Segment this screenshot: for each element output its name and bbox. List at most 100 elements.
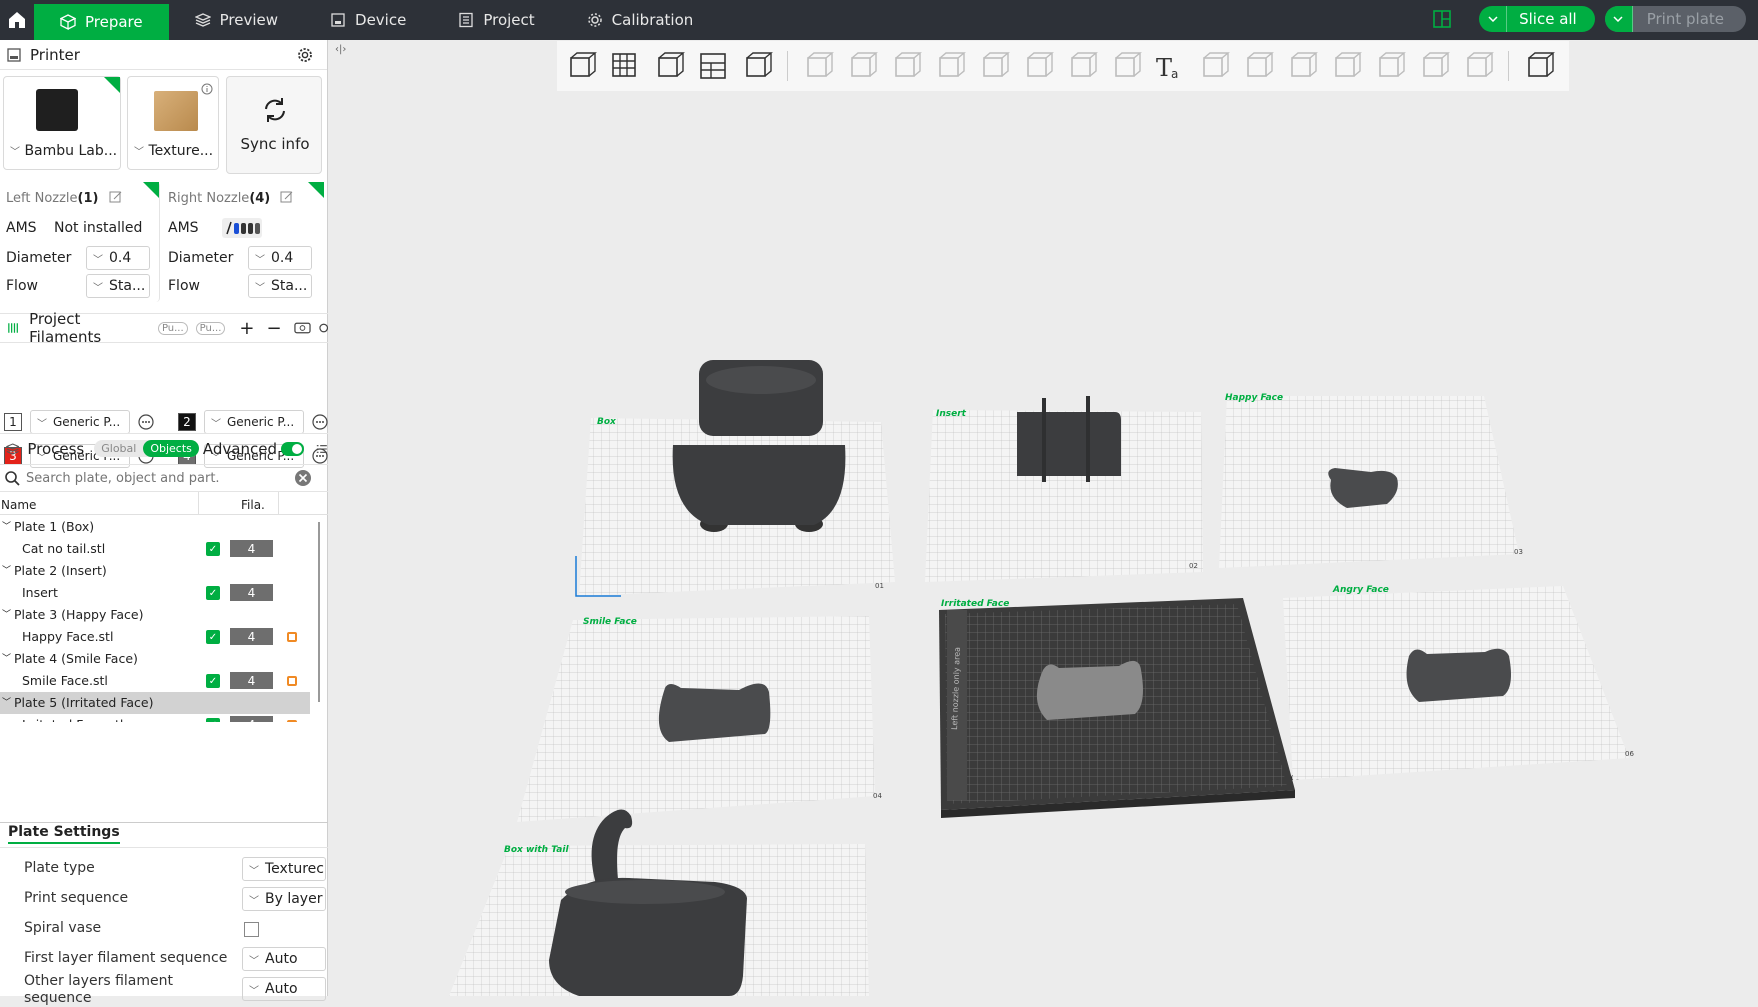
filament-index[interactable]: 4 <box>230 672 273 689</box>
lock-icon[interactable] <box>287 676 297 686</box>
expand-chevron-icon[interactable]: ﹀ <box>2 563 11 576</box>
plate-row[interactable]: ﹀ Plate 3 (Happy Face) <box>0 604 310 626</box>
setting-select[interactable]: ﹀ Auto <box>242 977 326 1001</box>
tab-project[interactable]: Project <box>432 2 560 38</box>
advanced-toggle[interactable] <box>281 441 305 456</box>
setting-select[interactable]: ﹀ By layer <box>242 887 326 911</box>
filament-item-1[interactable]: 1 ﹀ Generic P... <box>4 410 154 434</box>
left-flow-select[interactable]: ﹀ Sta... <box>86 274 150 298</box>
filament-number-badge[interactable]: 2 <box>178 413 196 431</box>
right-nozzle-card: Right Nozzle(4) AMS Diameter ﹀ 0.4 Flow ﹀… <box>162 182 324 302</box>
setting-select[interactable]: ﹀ Texturec <box>242 857 326 881</box>
process-scope-toggle[interactable]: Global Objects <box>94 440 199 457</box>
plate-1[interactable]: Box 01 <box>575 360 895 597</box>
print-plate-button[interactable]: Print plate <box>1604 6 1746 32</box>
expand-chevron-icon[interactable]: ﹀ <box>2 651 11 664</box>
lock-icon[interactable] <box>287 720 297 722</box>
printer-section-header: Printer <box>0 40 327 70</box>
left-ams-label: AMS <box>6 220 37 236</box>
plate-6[interactable]: Angry Face 06 <box>1283 585 1634 780</box>
info-icon[interactable] <box>201 83 213 95</box>
filament-chip-1[interactable]: Pu... <box>157 321 188 335</box>
right-diameter-select[interactable]: ﹀ 0.4 <box>248 246 312 270</box>
search-input[interactable] <box>26 470 294 486</box>
plates-scene[interactable]: Box 01 Insert 02 Happy Face 03 Smile Fac… <box>329 40 1758 996</box>
edit-icon[interactable] <box>280 190 294 204</box>
plate-settings-title[interactable]: Plate Settings <box>8 824 120 844</box>
plate-setting-row: First layer filament sequence ﹀ Auto <box>0 945 328 973</box>
visible-checkbox[interactable]: ✓ <box>206 674 220 688</box>
remove-filament-icon[interactable]: − <box>267 318 282 339</box>
objects-option[interactable]: Objects <box>143 440 199 457</box>
filament-settings-icon[interactable] <box>293 320 311 336</box>
filament-index[interactable]: 4 <box>230 716 273 722</box>
global-option[interactable]: Global <box>94 440 143 457</box>
plate-row[interactable]: ﹀ Plate 5 (Irritated Face) <box>0 692 310 714</box>
plate-4[interactable]: Smile Face 04 <box>517 616 882 822</box>
filament-index[interactable]: 4 <box>230 628 273 645</box>
more-options-icon[interactable] <box>138 414 154 430</box>
expand-chevron-icon[interactable]: ﹀ <box>2 695 11 708</box>
col-name-header[interactable]: Name <box>1 498 36 512</box>
filament-select[interactable]: ﹀ Generic P... <box>30 410 130 434</box>
edit-icon[interactable] <box>109 190 123 204</box>
more-options-icon[interactable] <box>312 414 328 430</box>
filament-chip-2[interactable]: Pu... <box>195 321 226 335</box>
tab-preview[interactable]: Preview <box>169 2 304 38</box>
plate-row[interactable]: ﹀ Plate 2 (Insert) <box>0 560 310 582</box>
settings-icon[interactable] <box>297 47 313 63</box>
process-section-header: Process Global Objects Advanced <box>0 433 328 463</box>
plate-row[interactable]: ﹀ Plate 1 (Box) <box>0 516 310 538</box>
slice-all-button[interactable]: Slice all <box>1479 6 1595 32</box>
setting-select[interactable]: ﹀ Auto <box>242 947 326 971</box>
chevron-down-icon[interactable] <box>1479 6 1508 32</box>
visible-checkbox[interactable]: ✓ <box>206 542 220 556</box>
ams-slots-icon[interactable] <box>222 218 262 238</box>
layout-icon[interactable] <box>1433 10 1451 28</box>
col-fila-header[interactable]: Fila. <box>241 498 265 512</box>
printer-card[interactable]: ﹀ Bambu Lab... <box>3 76 121 170</box>
setting-label: Spiral vase <box>24 920 102 936</box>
plate-7[interactable]: Box with Tail <box>449 809 869 996</box>
object-row[interactable]: Smile Face.stl ✓ 4 <box>0 670 310 692</box>
filament-select[interactable]: ﹀ Generic P... <box>204 410 304 434</box>
3d-viewport[interactable]: ‹|› Ta Box 01 Insert 02 Happy Face 03 Sm… <box>329 40 1758 996</box>
visible-checkbox[interactable]: ✓ <box>206 586 220 600</box>
plate-2[interactable]: Insert 02 <box>925 396 1203 582</box>
spiral-vase-checkbox[interactable] <box>244 922 259 937</box>
plate-number-02: 02 <box>1189 562 1198 570</box>
visible-checkbox[interactable]: ✓ <box>206 630 220 644</box>
left-diameter-select[interactable]: ﹀ 0.4 <box>86 246 150 270</box>
expand-chevron-icon[interactable]: ﹀ <box>2 519 11 532</box>
object-row[interactable]: Irritated Face.stl ✓ 4 <box>0 714 310 722</box>
tab-device[interactable]: Device <box>304 2 432 38</box>
chevron-down-icon: ﹀ <box>249 985 259 997</box>
expand-chevron-icon[interactable]: ﹀ <box>2 607 11 620</box>
search-box[interactable] <box>0 464 328 492</box>
tab-label: Prepare <box>85 13 143 31</box>
right-flow-select[interactable]: ﹀ Sta... <box>248 274 312 298</box>
filament-number-badge[interactable]: 1 <box>4 413 22 431</box>
tab-calibration[interactable]: Calibration <box>561 2 720 38</box>
home-button[interactable] <box>0 0 34 40</box>
plate-3[interactable]: Happy Face 03 <box>1219 393 1523 568</box>
filament-index[interactable]: 4 <box>230 540 273 557</box>
tab-prepare[interactable]: Prepare <box>34 4 169 40</box>
sync-info-button[interactable]: Sync info <box>226 76 322 174</box>
plate-row[interactable]: ﹀ Plate 4 (Smile Face) <box>0 648 310 670</box>
object-row[interactable]: Happy Face.stl ✓ 4 <box>0 626 310 648</box>
filament-more-icon[interactable] <box>318 320 328 336</box>
chevron-down-icon[interactable] <box>1604 6 1633 32</box>
clear-search-icon[interactable] <box>294 469 312 487</box>
object-row[interactable]: Insert ✓ 4 <box>0 582 310 604</box>
object-row[interactable]: Cat no tail.stl ✓ 4 <box>0 538 310 560</box>
plate-5[interactable]: Left nozzle only area Irritated Face 05 <box>939 598 1300 818</box>
visible-checkbox[interactable]: ✓ <box>206 718 220 722</box>
filament-index[interactable]: 4 <box>230 584 273 601</box>
filament-item-2[interactable]: 2 ﹀ Generic P... <box>178 410 328 434</box>
lock-icon[interactable] <box>287 632 297 642</box>
plate-type-card[interactable]: ﹀ Texture... <box>127 76 219 170</box>
list-icon[interactable] <box>316 442 328 456</box>
list-scrollbar[interactable] <box>318 522 320 702</box>
add-filament-icon[interactable]: + <box>239 318 254 339</box>
